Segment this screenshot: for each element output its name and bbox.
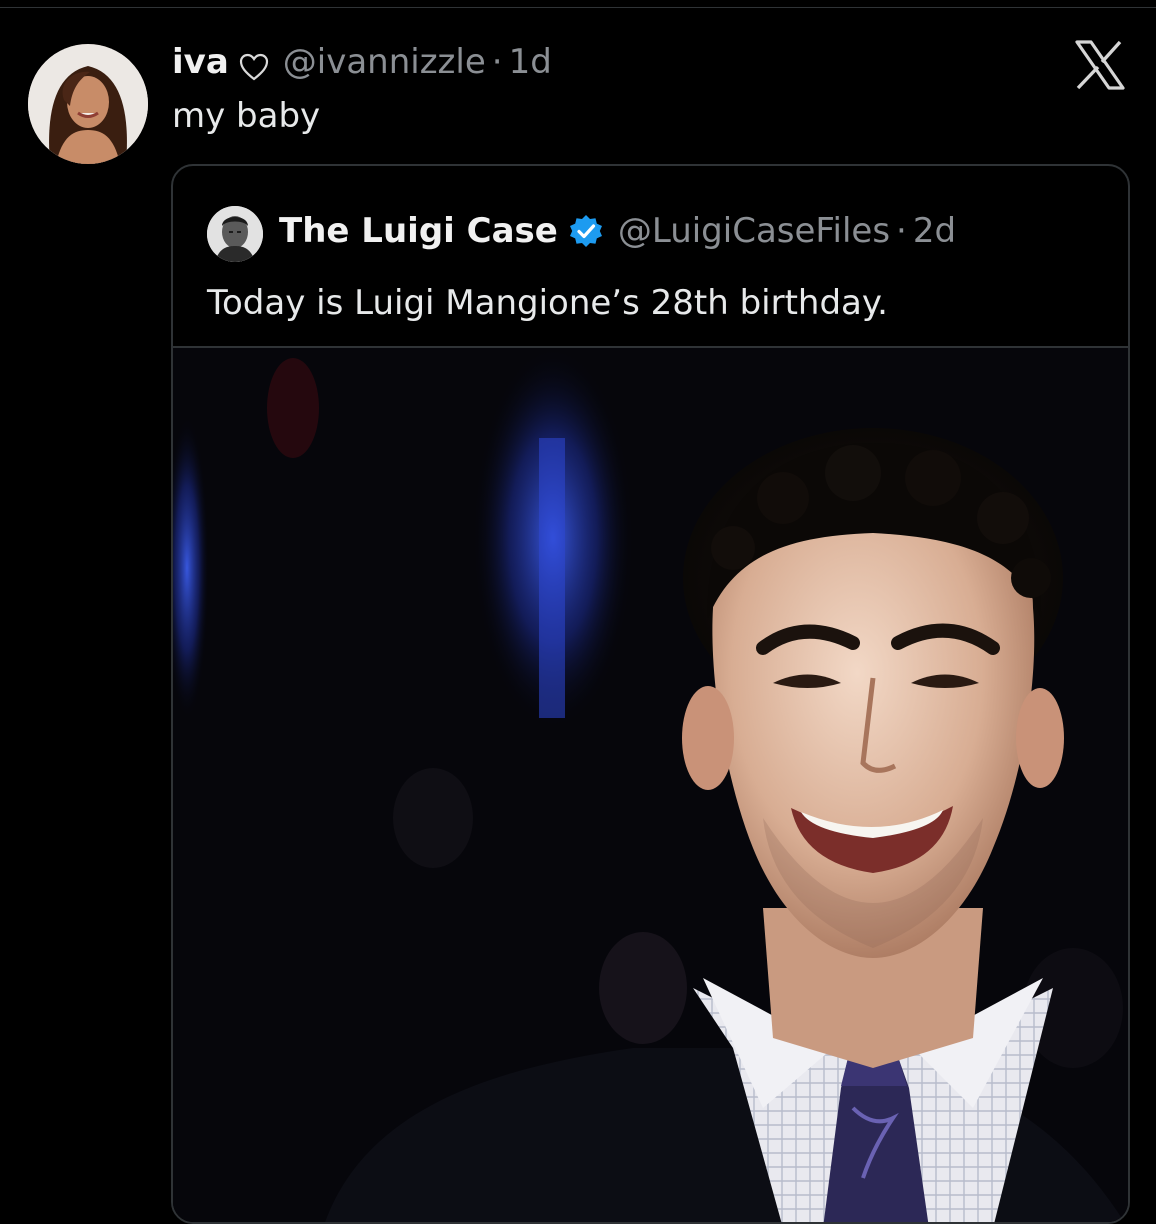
quoted-author-handle[interactable]: @LuigiCaseFiles <box>618 208 890 254</box>
author-display-name[interactable]: iva <box>172 40 229 84</box>
quoted-author-avatar[interactable] <box>207 206 263 262</box>
post-timestamp[interactable]: 1d <box>509 40 552 84</box>
top-divider <box>0 0 1156 8</box>
x-logo-icon <box>1074 40 1126 90</box>
separator-dot: · <box>896 211 907 251</box>
quoted-post-card[interactable]: The Luigi Case @LuigiCaseFiles · 2d Toda… <box>171 164 1130 1224</box>
quoted-author-display-name[interactable]: The Luigi Case <box>279 208 558 254</box>
post-text: my baby <box>172 96 321 136</box>
quoted-post-text: Today is Luigi Mangione’s 28th birthday. <box>207 283 888 323</box>
separator-dot: · <box>491 42 503 82</box>
heart-outline-icon <box>239 48 269 81</box>
verified-badge-icon <box>568 213 604 249</box>
post-header: iva @ivannizzle · 1d <box>172 40 552 84</box>
quoted-post-photo[interactable] <box>173 348 1128 1222</box>
author-handle[interactable]: @ivannizzle <box>283 40 486 84</box>
quoted-post-timestamp[interactable]: 2d <box>913 208 956 254</box>
author-avatar[interactable] <box>28 44 148 164</box>
quoted-post-header: The Luigi Case @LuigiCaseFiles · 2d <box>279 208 956 254</box>
